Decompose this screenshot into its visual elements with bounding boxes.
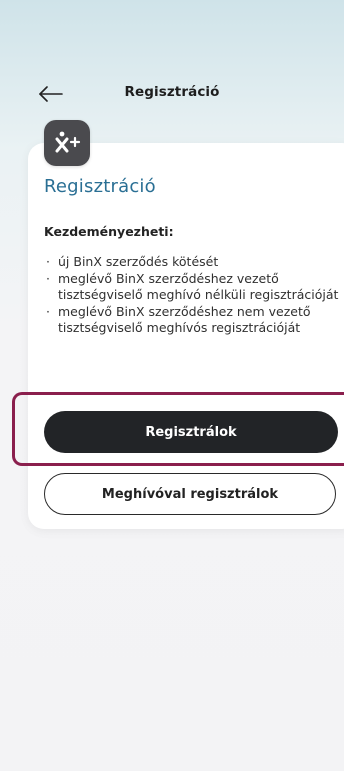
- user-plus-glyph-icon: [55, 131, 81, 153]
- register-button[interactable]: Regisztrálok: [44, 411, 338, 453]
- card-subtitle: Kezdeményezheti:: [44, 224, 174, 239]
- bullet-dot: ·: [46, 270, 50, 286]
- list-item-text: új BinX szerződés kötését: [58, 254, 219, 269]
- page-title: Regisztráció: [124, 84, 220, 100]
- bullet-dot: ·: [46, 254, 50, 269]
- list-item: · meglévő BinX szerződéshez vezető tiszt…: [44, 271, 340, 304]
- list-item-text: meglévő BinX szerződéshez vezető tisztsé…: [58, 270, 339, 303]
- app-header: Regisztráció: [0, 0, 344, 130]
- initiation-options-list: · új BinX szerződés kötését · meglévő Bi…: [44, 254, 340, 337]
- list-item: · meglévő BinX szerződéshez nem vezető t…: [44, 304, 340, 337]
- list-item: · új BinX szerződés kötését: [44, 254, 340, 271]
- card-title: Regisztráció: [44, 176, 156, 197]
- list-item-text: meglévő BinX szerződéshez nem vezető tis…: [58, 303, 311, 336]
- user-plus-icon: [44, 120, 90, 166]
- bullet-dot: ·: [46, 303, 50, 319]
- register-with-invite-button[interactable]: Meghívóval regisztrálok: [44, 473, 336, 515]
